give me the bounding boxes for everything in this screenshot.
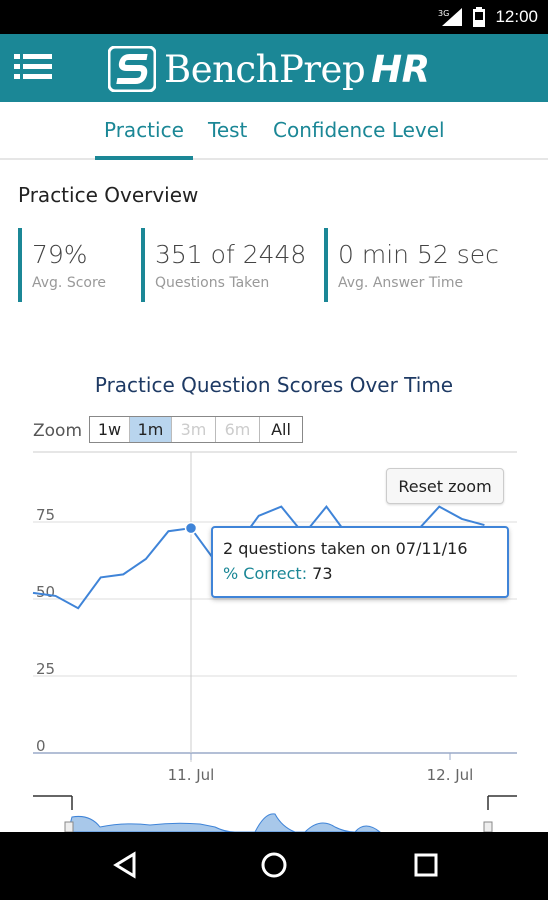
stat-value: 0 min 52 sec xyxy=(338,240,499,269)
brand-name: BenchPrep HR xyxy=(164,47,430,91)
tooltip-value: % Correct: 73 xyxy=(223,564,333,583)
app-bar: BenchPrep HR xyxy=(0,34,548,102)
system-nav-bar xyxy=(0,832,548,900)
chart-tooltip: 2 questions taken on 07/11/16 % Correct:… xyxy=(211,526,509,598)
zoom-label: Zoom xyxy=(33,421,83,441)
tab-confidence-level[interactable]: Confidence Level xyxy=(273,118,445,142)
stat-value: 79% xyxy=(32,240,88,269)
y-tick-label: 25 xyxy=(36,660,55,678)
zoom-1w-button[interactable]: 1w xyxy=(90,417,130,442)
zoom-all-button[interactable]: All xyxy=(260,417,302,442)
back-icon[interactable] xyxy=(113,851,136,879)
tab-test[interactable]: Test xyxy=(208,118,247,142)
overview-title: Practice Overview xyxy=(18,183,199,207)
zoom-selector: 1w 1m 3m 6m All xyxy=(89,416,303,443)
stat-value: 351 of 2448 xyxy=(155,240,307,269)
benchprep-logo-icon xyxy=(108,46,156,92)
svg-text:3G: 3G xyxy=(438,9,449,18)
y-tick-label: 0 xyxy=(36,737,46,755)
x-tick-label: 12. Jul xyxy=(427,766,474,784)
y-tick-label: 75 xyxy=(36,506,55,524)
stat-label: Avg. Answer Time xyxy=(338,275,464,291)
stat-questions-taken: 351 of 2448 Questions Taken xyxy=(141,228,321,302)
navigator-series xyxy=(67,813,381,832)
tab-practice[interactable]: Practice xyxy=(104,118,184,142)
stat-label: Avg. Score xyxy=(32,275,107,291)
zoom-1m-button[interactable]: 1m xyxy=(130,417,172,442)
y-tick-label: 50 xyxy=(36,583,55,601)
recents-icon[interactable] xyxy=(414,853,438,877)
stat-avg-answer-time: 0 min 52 sec Avg. Answer Time xyxy=(324,228,524,302)
stat-avg-score: 79% Avg. Score xyxy=(18,228,138,302)
tooltip-date: 2 questions taken on 07/11/16 xyxy=(223,539,468,558)
zoom-6m-button[interactable]: 6m xyxy=(216,417,260,442)
x-tick-label: 11. Jul xyxy=(168,766,215,784)
zoom-3m-button[interactable]: 3m xyxy=(172,417,216,442)
menu-icon[interactable] xyxy=(14,52,52,82)
clock: 12:00 xyxy=(495,7,538,26)
app-logo: BenchPrep HR xyxy=(108,46,430,92)
status-bar: 3G 12:00 xyxy=(0,0,548,34)
stat-label: Questions Taken xyxy=(155,275,270,291)
battery-icon xyxy=(473,7,485,27)
highlight-point xyxy=(184,521,198,535)
signal-icon: 3G xyxy=(438,8,462,26)
home-icon[interactable] xyxy=(261,852,287,878)
chart-title: Practice Question Scores Over Time xyxy=(94,373,454,397)
navigator-handle-left xyxy=(64,821,74,832)
reset-zoom-button[interactable]: Reset zoom xyxy=(386,468,504,504)
active-tab-indicator xyxy=(95,156,193,160)
navigator-handle-right xyxy=(483,821,493,832)
tab-bar: Practice Test Confidence Level xyxy=(0,102,548,160)
